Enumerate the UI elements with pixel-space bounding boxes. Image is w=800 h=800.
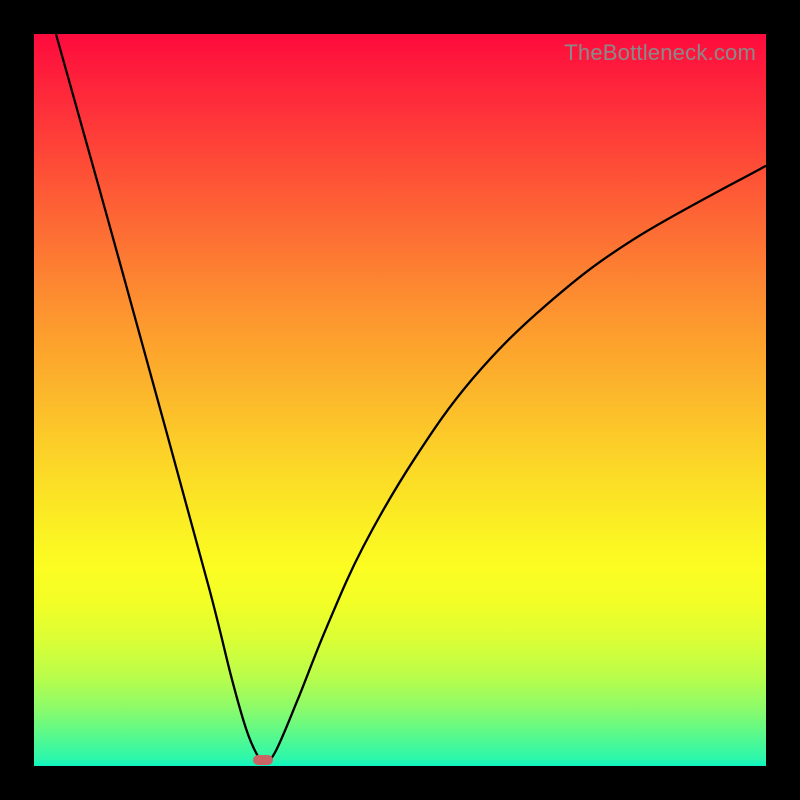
chart-frame: TheBottleneck.com (0, 0, 800, 800)
optimum-marker (253, 755, 273, 765)
bottleneck-curve (34, 34, 766, 766)
plot-area: TheBottleneck.com (34, 34, 766, 766)
